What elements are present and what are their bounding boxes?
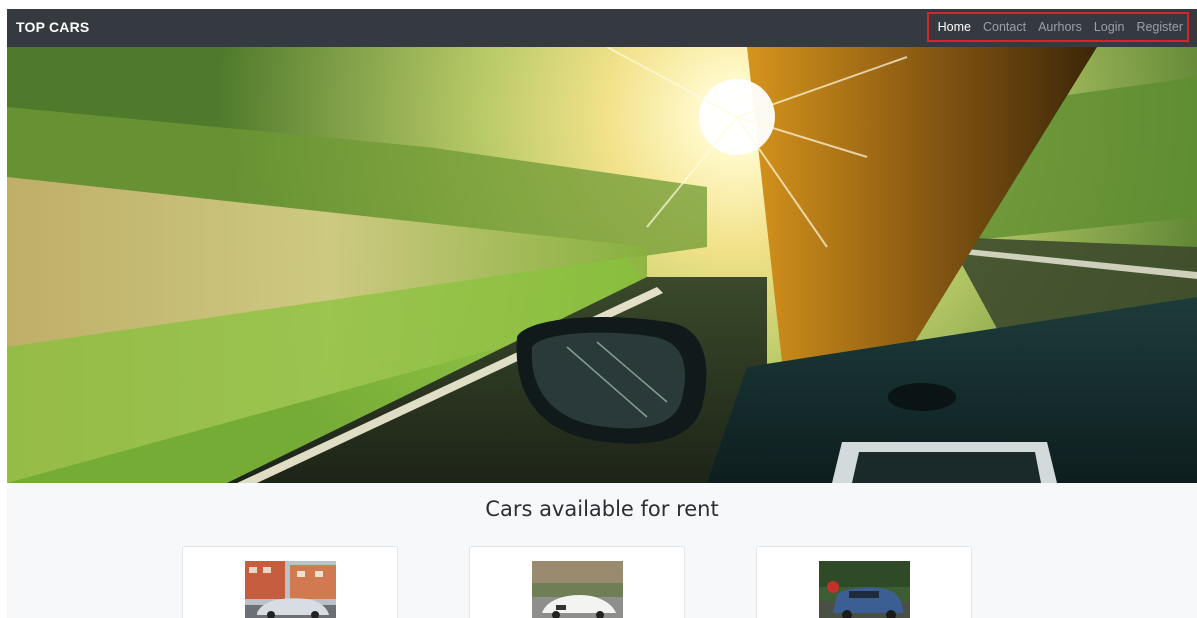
nav-links-highlighted: Home Contact Aurhors Login Register (926, 12, 1189, 42)
car-thumbnail-white-convertible[interactable] (532, 561, 623, 618)
car-card-1[interactable] (182, 546, 398, 618)
nav-link-contact[interactable]: Contact (983, 20, 1026, 34)
nav-link-register[interactable]: Register (1136, 20, 1183, 34)
car-card-2[interactable] (469, 546, 685, 618)
page: TOP CARS Home Contact Aurhors Login Regi… (0, 0, 1197, 618)
hero-image (7, 47, 1197, 483)
section-heading: Cars available for rent (485, 497, 719, 521)
car-card-3[interactable] (756, 546, 972, 618)
car-thumbnail-blue-suv[interactable] (819, 561, 910, 618)
nav-link-authors[interactable]: Aurhors (1038, 20, 1082, 34)
silver-sedan-image (245, 561, 336, 618)
car-thumbnail-silver-sedan[interactable] (245, 561, 336, 618)
cars-section: Cars available for rent (7, 483, 1197, 618)
brand-logo[interactable]: TOP CARS (16, 19, 89, 35)
white-convertible-image (532, 561, 623, 618)
hero-car-interior-illustration (7, 47, 1197, 483)
navbar: TOP CARS Home Contact Aurhors Login Regi… (7, 9, 1197, 47)
nav-link-login[interactable]: Login (1094, 20, 1125, 34)
blue-suv-image (819, 561, 910, 618)
nav-link-home[interactable]: Home (938, 20, 971, 34)
